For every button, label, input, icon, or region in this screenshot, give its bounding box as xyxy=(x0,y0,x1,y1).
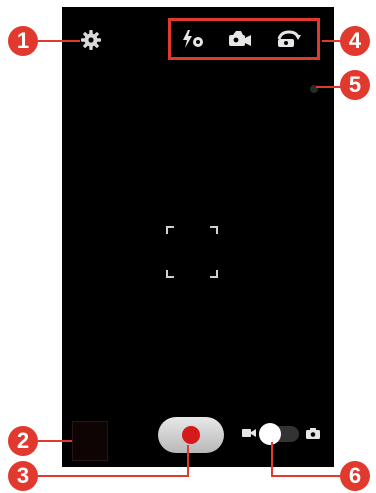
callout-4: 4 xyxy=(340,26,370,56)
gear-icon[interactable] xyxy=(80,29,102,51)
callout-6: 6 xyxy=(340,461,370,491)
recording-mode-icon[interactable] xyxy=(275,29,301,49)
focus-frame xyxy=(166,226,218,278)
callout-leader-6-vertical xyxy=(271,442,273,477)
callout-leader-3 xyxy=(38,475,188,477)
flash-auto-icon[interactable] xyxy=(180,29,206,49)
callout-5: 5 xyxy=(340,70,370,100)
callout-leader-6 xyxy=(272,475,342,477)
callout-leader-1 xyxy=(38,40,80,42)
callout-leader-5 xyxy=(316,86,342,88)
gallery-thumbnail[interactable] xyxy=(72,421,108,461)
camera-switch-icon[interactable] xyxy=(227,29,253,49)
camera-viewfinder xyxy=(62,7,334,467)
record-dot xyxy=(182,426,200,444)
quick-settings-bar xyxy=(168,18,320,60)
mode-switch-knob[interactable] xyxy=(259,423,281,445)
record-button[interactable] xyxy=(158,417,224,453)
callout-3: 3 xyxy=(8,461,38,491)
video-camera-icon xyxy=(242,429,256,437)
callout-leader-2 xyxy=(38,440,72,442)
callout-1: 1 xyxy=(8,26,38,56)
mode-switch[interactable] xyxy=(259,423,299,445)
camera-icon xyxy=(306,428,320,439)
callout-2: 2 xyxy=(8,426,38,456)
callout-leader-3-vertical xyxy=(187,445,189,477)
